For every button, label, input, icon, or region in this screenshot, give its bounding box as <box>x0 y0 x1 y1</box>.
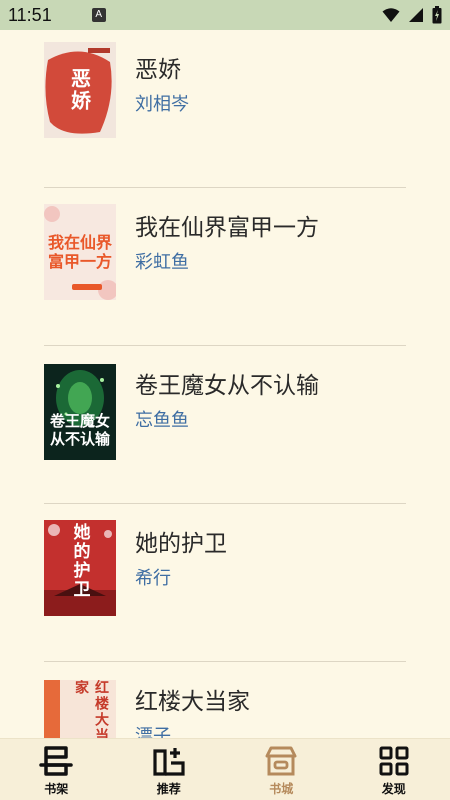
book-cover[interactable]: 恶娇 <box>44 42 116 138</box>
book-author[interactable]: 漂子 <box>135 722 171 738</box>
book-item[interactable]: 她的护卫 她的护卫 希行 <box>44 504 406 662</box>
book-title[interactable]: 我在仙界富甲一方 <box>135 208 319 242</box>
discover-icon <box>379 746 409 776</box>
tab-bookstore[interactable]: 书城 <box>225 739 338 800</box>
battery-icon <box>432 6 442 24</box>
book-author[interactable]: 彩虹鱼 <box>135 248 189 274</box>
status-indicator-icon: A <box>91 8 106 22</box>
cover-title: 红楼大当家 <box>73 680 109 738</box>
status-time: 11:51 <box>8 4 52 25</box>
cover-title: 她的护卫 <box>69 523 90 599</box>
book-cover[interactable]: 她的护卫 <box>44 520 116 616</box>
book-list[interactable]: 恶娇 恶娇 刘相岑 我在仙界富甲一方 我在仙界富甲一方 彩虹鱼 卷王魔女从不认输… <box>0 30 450 738</box>
tab-recommend[interactable]: 推荐 <box>113 739 226 800</box>
book-item[interactable]: 我在仙界富甲一方 我在仙界富甲一方 彩虹鱼 <box>44 188 406 346</box>
bookstore-icon <box>265 746 297 776</box>
book-item[interactable]: 恶娇 恶娇 刘相岑 <box>44 30 406 188</box>
book-title[interactable]: 恶娇 <box>135 50 181 84</box>
wifi-icon <box>382 8 400 22</box>
recommend-icon <box>153 748 185 776</box>
tab-label: 推荐 <box>156 782 181 796</box>
tab-discover[interactable]: 发现 <box>338 739 450 800</box>
book-cover[interactable]: 我在仙界富甲一方 <box>44 204 116 300</box>
book-cover[interactable]: 卷王魔女从不认输 <box>44 364 116 460</box>
tab-label: 书架 <box>44 782 69 796</box>
status-icons <box>382 6 442 24</box>
book-author[interactable]: 希行 <box>135 564 171 590</box>
tab-bookshelf[interactable]: 书架 <box>0 739 113 800</box>
book-item[interactable]: 卷王魔女从不认输 卷王魔女从不认输 忘鱼鱼 <box>44 346 406 504</box>
book-title[interactable]: 卷王魔女从不认输 <box>135 366 319 400</box>
cover-title: 恶娇 <box>67 68 92 112</box>
bookshelf-icon <box>39 746 73 776</box>
tab-label: 书城 <box>269 782 294 796</box>
status-bar: 11:51 A <box>0 0 450 30</box>
signal-icon <box>409 8 423 22</box>
tab-label: 发现 <box>381 782 406 796</box>
book-author[interactable]: 忘鱼鱼 <box>135 406 189 432</box>
book-item[interactable]: 红楼大当家 红楼大当家 漂子 <box>44 662 406 738</box>
book-title[interactable]: 红楼大当家 <box>135 682 250 716</box>
cover-title: 卷王魔女从不认输 <box>49 412 110 448</box>
book-author[interactable]: 刘相岑 <box>135 90 189 116</box>
book-title[interactable]: 她的护卫 <box>135 524 227 558</box>
book-cover[interactable]: 红楼大当家 <box>44 680 116 738</box>
cover-title: 我在仙界富甲一方 <box>48 233 113 271</box>
bottom-tab-bar: 书架 推荐 书城 发现 <box>0 738 450 800</box>
